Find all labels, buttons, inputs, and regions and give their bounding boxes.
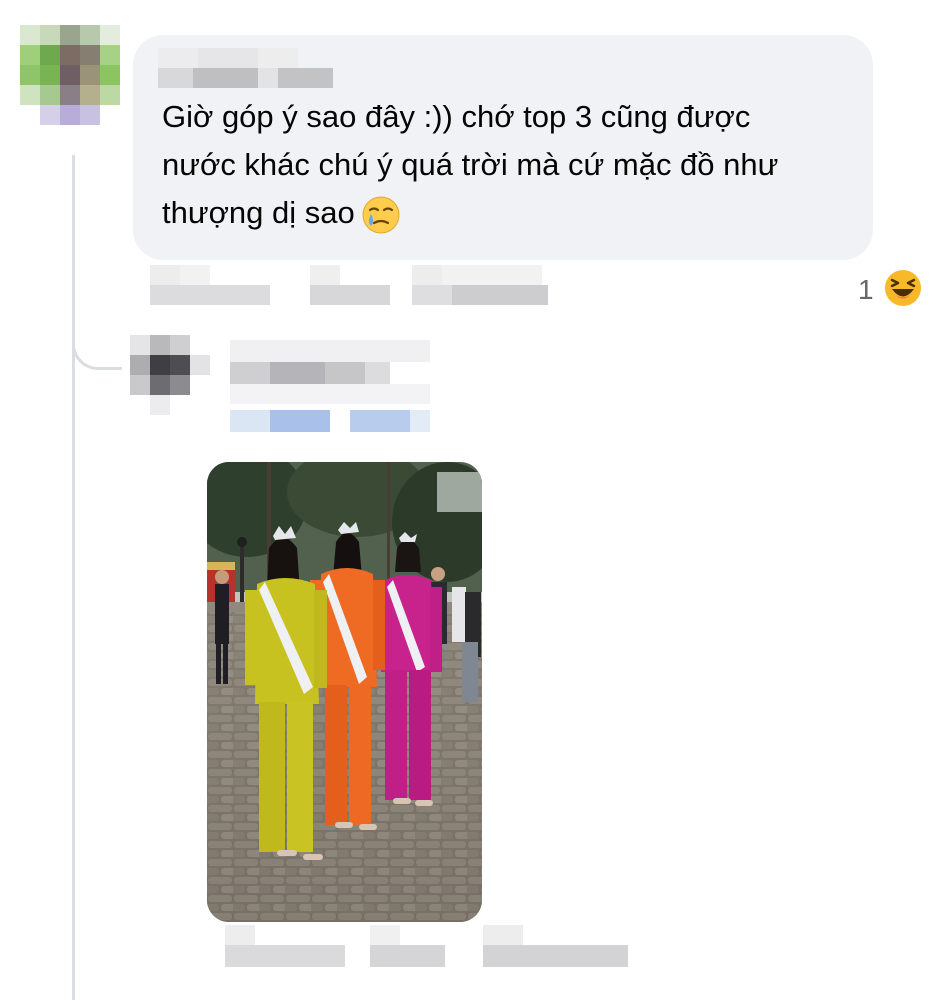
- photo-three-women-in-suits: [207, 462, 482, 922]
- replier-avatar[interactable]: [130, 335, 210, 415]
- commenter-name[interactable]: [158, 48, 338, 88]
- comment-text: Giờ góp ý sao đây :)) chớ top 3 cũng đượ…: [162, 93, 862, 237]
- reply-photo[interactable]: [207, 462, 482, 922]
- comment-line-2: nước khác chú ý quá trời mà cứ mặc đồ nh…: [162, 147, 779, 182]
- laughing-face-icon: [884, 269, 922, 312]
- comment-line-3: thượng dị sao: [162, 195, 355, 230]
- reaction-summary[interactable]: 1: [858, 268, 922, 312]
- crying-face-icon: [361, 195, 401, 235]
- commenter-avatar[interactable]: [20, 25, 120, 125]
- reply-actions[interactable]: [225, 925, 635, 970]
- replier-name[interactable]: [230, 340, 445, 440]
- comment-line-1: Giờ góp ý sao đây :)) chớ top 3 cũng đượ…: [162, 99, 751, 134]
- thread-line: [72, 155, 75, 1000]
- comment-actions[interactable]: [150, 265, 555, 305]
- reaction-count: 1: [858, 274, 874, 305]
- reply-connector: [72, 300, 122, 370]
